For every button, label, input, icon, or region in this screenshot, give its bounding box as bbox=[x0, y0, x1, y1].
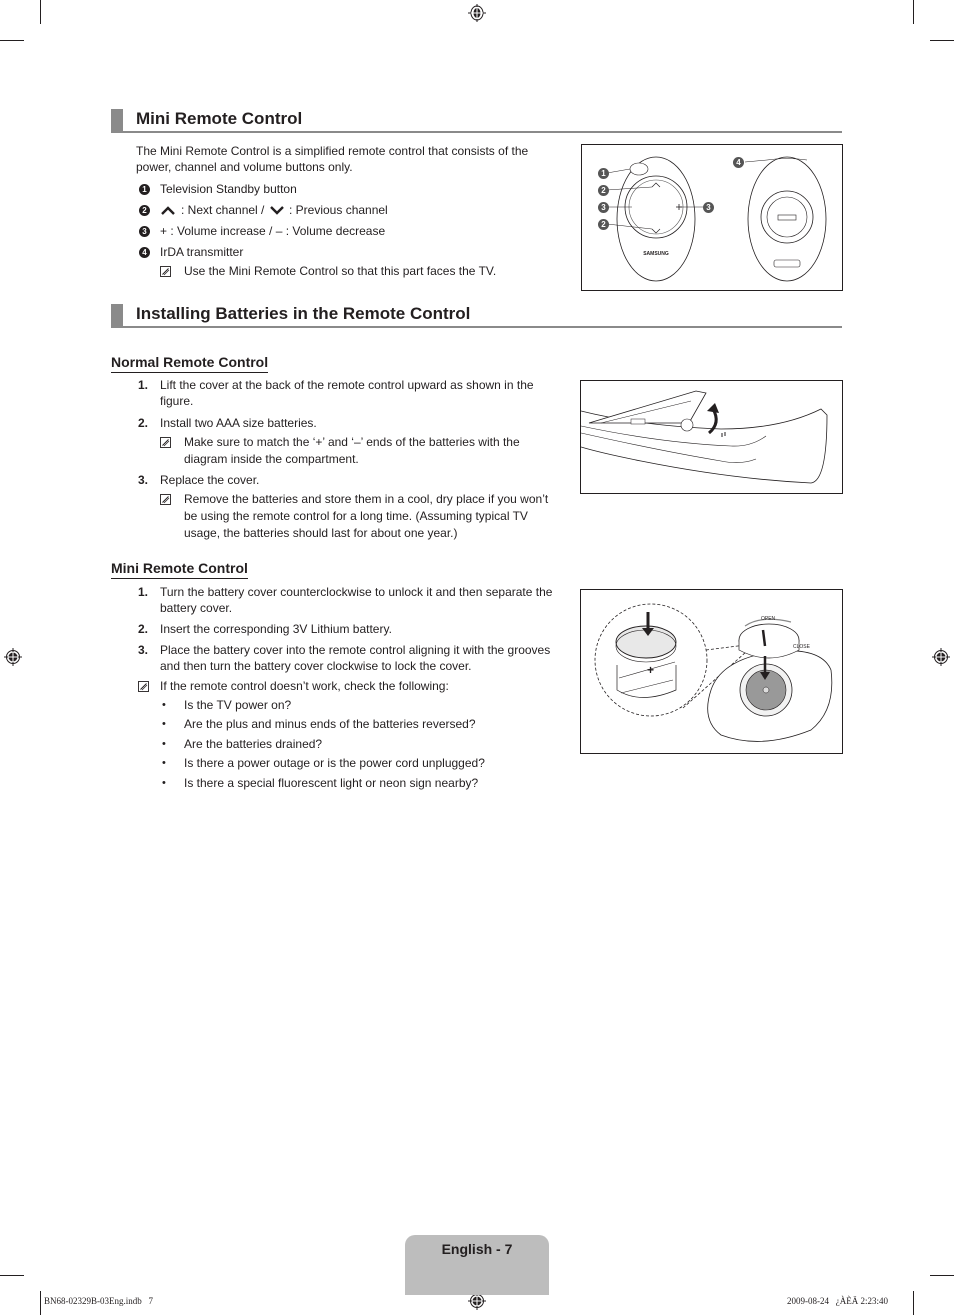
crop-mark bbox=[40, 1291, 41, 1315]
step-text: battery cover. bbox=[160, 601, 233, 615]
note-icon bbox=[160, 494, 171, 505]
svg-text:+: + bbox=[647, 663, 654, 677]
bullet-icon: • bbox=[162, 777, 166, 789]
crop-mark bbox=[913, 0, 914, 24]
callout-number-icon: 3 bbox=[139, 226, 150, 237]
mini-remote-figure: SAMSUNG 1 2 3 2 3 4 bbox=[581, 144, 843, 291]
step-number: 1. bbox=[138, 378, 149, 392]
step-text: Install two AAA size batteries. bbox=[160, 416, 317, 430]
step-text: Place the battery cover into the remote … bbox=[160, 643, 551, 657]
page-number-tab: English - 7 bbox=[405, 1235, 549, 1295]
feature-item: Television Standby button bbox=[160, 182, 297, 196]
close-label: CLOSE bbox=[793, 644, 811, 650]
section-title: Mini Remote Control bbox=[136, 109, 303, 128]
bullet-icon: • bbox=[162, 718, 166, 730]
samsung-logo: SAMSUNG bbox=[643, 251, 669, 257]
print-timestamp: 2009-08-24 ¿ÀÈÄ 2:23:40 bbox=[787, 1296, 888, 1306]
note-text: diagram inside the compartment. bbox=[184, 452, 359, 466]
step-text: Turn the battery cover counterclockwise … bbox=[160, 585, 553, 599]
note-icon bbox=[160, 266, 171, 277]
note-icon bbox=[138, 681, 149, 692]
feature-item: : Next channel / bbox=[181, 203, 265, 217]
callout-number-icon: 2 bbox=[598, 219, 609, 230]
registration-mark-icon bbox=[4, 648, 22, 666]
intro-text: The Mini Remote Control is a simplified … bbox=[136, 144, 529, 158]
checklist-item: Is the TV power on? bbox=[184, 698, 292, 712]
chevron-down-icon bbox=[270, 206, 284, 215]
step-number: 3. bbox=[138, 473, 149, 487]
callout-number-icon: 1 bbox=[598, 168, 609, 179]
callout-number-icon: 3 bbox=[598, 202, 609, 213]
callout-number-icon: 1 bbox=[139, 184, 150, 195]
step-number: 2. bbox=[138, 622, 149, 636]
step-number: 2. bbox=[138, 416, 149, 430]
checklist-item: Is there a special fluorescent light or … bbox=[184, 776, 479, 790]
step-text: and then turn the battery cover clockwis… bbox=[160, 659, 472, 673]
callout-number-icon: 2 bbox=[139, 205, 150, 216]
checklist-item: Are the batteries drained? bbox=[184, 737, 323, 751]
chevron-up-icon bbox=[161, 206, 175, 215]
step-number: 3. bbox=[138, 643, 149, 657]
feature-item: : Previous channel bbox=[289, 203, 388, 217]
registration-mark-icon bbox=[468, 4, 486, 22]
step-text: figure. bbox=[160, 394, 194, 408]
mini-remote-battery-figure: + OPEN CLOSE bbox=[580, 589, 843, 754]
crop-mark bbox=[0, 1275, 24, 1276]
heading-bar bbox=[111, 109, 123, 131]
checklist-item: Is there a power outage or is the power … bbox=[184, 756, 485, 770]
file-name: BN68-02329B-03Eng.indb 7 bbox=[44, 1296, 153, 1306]
callout-number-icon: 4 bbox=[733, 157, 744, 168]
note-text: Use the Mini Remote Control so that this… bbox=[184, 264, 497, 278]
callout-number-icon: 2 bbox=[598, 185, 609, 196]
section-heading-mini-remote: Mini Remote Control bbox=[111, 109, 842, 133]
note-text: Make sure to match the ‘+’ and ‘–’ ends … bbox=[184, 435, 520, 449]
note-text: usage, the batteries should last for abo… bbox=[184, 526, 458, 540]
note-text: be using the remote control for a long t… bbox=[184, 509, 528, 523]
crop-mark bbox=[930, 1275, 954, 1276]
bullet-icon: • bbox=[162, 738, 166, 750]
bullet-icon: • bbox=[162, 699, 166, 711]
intro-text: power, channel and volume buttons only. bbox=[136, 160, 353, 174]
crop-mark bbox=[0, 40, 24, 41]
section-title: Installing Batteries in the Remote Contr… bbox=[136, 304, 471, 323]
step-text: Replace the cover. bbox=[160, 473, 260, 487]
crop-mark bbox=[40, 0, 41, 24]
callout-number-icon: 4 bbox=[139, 247, 150, 258]
step-text: Insert the corresponding 3V Lithium batt… bbox=[160, 622, 392, 636]
callout-number-icon: 3 bbox=[703, 202, 714, 213]
note-text: If the remote control doesn’t work, chec… bbox=[160, 679, 449, 693]
page-number: English - 7 bbox=[441, 1241, 513, 1257]
bullet-icon: • bbox=[162, 757, 166, 769]
subheading-normal-remote: Normal Remote Control bbox=[111, 354, 269, 373]
feature-item: + : Volume increase / – : Volume decreas… bbox=[160, 224, 386, 238]
step-text: Lift the cover at the back of the remote… bbox=[160, 378, 534, 392]
step-number: 1. bbox=[138, 585, 149, 599]
registration-mark-icon bbox=[932, 648, 950, 666]
crop-mark bbox=[930, 40, 954, 41]
feature-item: IrDA transmitter bbox=[160, 245, 244, 259]
checklist-item: Are the plus and minus ends of the batte… bbox=[184, 717, 476, 731]
subheading-mini-remote: Mini Remote Control bbox=[111, 560, 248, 579]
note-icon bbox=[160, 437, 171, 448]
open-label: OPEN bbox=[761, 616, 776, 622]
normal-remote-battery-figure bbox=[580, 380, 843, 494]
crop-mark bbox=[913, 1291, 914, 1315]
heading-bar bbox=[111, 304, 123, 326]
section-heading-installing-batteries: Installing Batteries in the Remote Contr… bbox=[111, 304, 842, 328]
note-text: Remove the batteries and store them in a… bbox=[184, 492, 549, 506]
